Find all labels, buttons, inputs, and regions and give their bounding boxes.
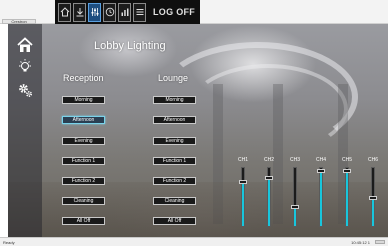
toolbar-home-button[interactable] xyxy=(58,2,71,22)
lounge-scene-all-off-button[interactable]: All Off xyxy=(153,217,196,225)
channel-fader-track[interactable] xyxy=(239,167,247,227)
channel-fader-handle[interactable] xyxy=(369,196,377,200)
reception-scene-afternoon-button[interactable]: Afternoon xyxy=(62,116,105,124)
lightbulb-icon xyxy=(19,59,31,72)
reception-scene-function1-button[interactable]: Function 1 xyxy=(62,157,105,165)
sidebar-item-lighting[interactable] xyxy=(16,58,34,76)
page-title: Lobby Lighting xyxy=(94,40,166,52)
reception-scene-all-off-button[interactable]: All Off xyxy=(62,217,105,225)
toolbar-chart-button[interactable] xyxy=(118,2,131,22)
list-icon xyxy=(136,9,143,15)
status-bar: Ready 10:45:12 1 xyxy=(0,237,388,246)
reception-scene-evening-button[interactable]: Evening xyxy=(62,137,105,145)
window-titlebar: Crestron LOG OFF xyxy=(0,0,388,24)
channel-level-fill xyxy=(268,178,270,226)
channel-label: CH1 xyxy=(237,157,248,163)
settings-gears-icon xyxy=(19,84,32,97)
channel-fader-handle[interactable] xyxy=(265,176,273,180)
channel-fader-track[interactable] xyxy=(265,167,273,227)
channel-level-fill xyxy=(242,182,244,226)
channel-fader-handle[interactable] xyxy=(343,169,351,173)
channel-label: CH6 xyxy=(367,157,378,163)
toolbar-list-button[interactable] xyxy=(133,2,146,22)
sliders-icon xyxy=(91,8,98,16)
top-toolbar: LOG OFF xyxy=(55,0,200,24)
home-icon xyxy=(17,37,33,52)
reception-scene-cleaning-button[interactable]: Cleaning xyxy=(62,197,105,205)
lounge-scene-afternoon-button[interactable]: Afternoon xyxy=(153,116,196,124)
sidebar-item-home[interactable] xyxy=(16,36,34,54)
channel-level-fill xyxy=(294,207,296,226)
channel-fader-handle[interactable] xyxy=(291,205,299,209)
lounge-title: Lounge xyxy=(158,73,189,83)
home-icon xyxy=(60,7,69,17)
status-clock: 10:45:12 1 xyxy=(351,240,370,245)
lounge-scene-cleaning-button[interactable]: Cleaning xyxy=(153,197,196,205)
channel-level-fill xyxy=(372,198,374,226)
channel-fader-handle[interactable] xyxy=(239,180,247,184)
channel-label: CH3 xyxy=(289,157,300,163)
clock-icon xyxy=(105,7,114,17)
toolbar-clock-button[interactable] xyxy=(103,2,116,22)
reception-scene-function2-button[interactable]: Function 2 xyxy=(62,177,105,185)
sidebar-item-settings[interactable] xyxy=(16,81,34,99)
lobby-background-photo xyxy=(8,24,388,237)
channel-level-fill xyxy=(346,171,348,226)
lounge-scene-function2-button[interactable]: Function 2 xyxy=(153,177,196,185)
lounge-scene-function1-button[interactable]: Function 1 xyxy=(153,157,196,165)
toolbar-sliders-button[interactable] xyxy=(88,2,101,22)
sidebar xyxy=(8,24,42,237)
reception-title: Reception xyxy=(63,73,104,83)
channel-fader-track[interactable] xyxy=(291,167,299,227)
lounge-scene-evening-button[interactable]: Evening xyxy=(153,137,196,145)
status-text: Ready xyxy=(3,240,15,245)
channel-label: CH5 xyxy=(341,157,352,163)
channel-fader-track[interactable] xyxy=(369,167,377,227)
lounge-scene-morning-button[interactable]: Morning xyxy=(153,96,196,104)
channel-label: CH2 xyxy=(263,157,274,163)
resize-grip[interactable] xyxy=(375,240,385,244)
channel-label: CH4 xyxy=(315,157,326,163)
bar-chart-icon xyxy=(121,8,128,16)
log-off-button[interactable]: LOG OFF xyxy=(153,7,195,17)
channel-level-fill xyxy=(320,171,322,226)
download-icon xyxy=(76,8,83,17)
channel-fader-track[interactable] xyxy=(317,167,325,227)
toolbar-download-button[interactable] xyxy=(73,2,86,22)
reception-scene-morning-button[interactable]: Morning xyxy=(62,96,105,104)
channel-fader-handle[interactable] xyxy=(317,169,325,173)
channel-fader-track[interactable] xyxy=(343,167,351,227)
